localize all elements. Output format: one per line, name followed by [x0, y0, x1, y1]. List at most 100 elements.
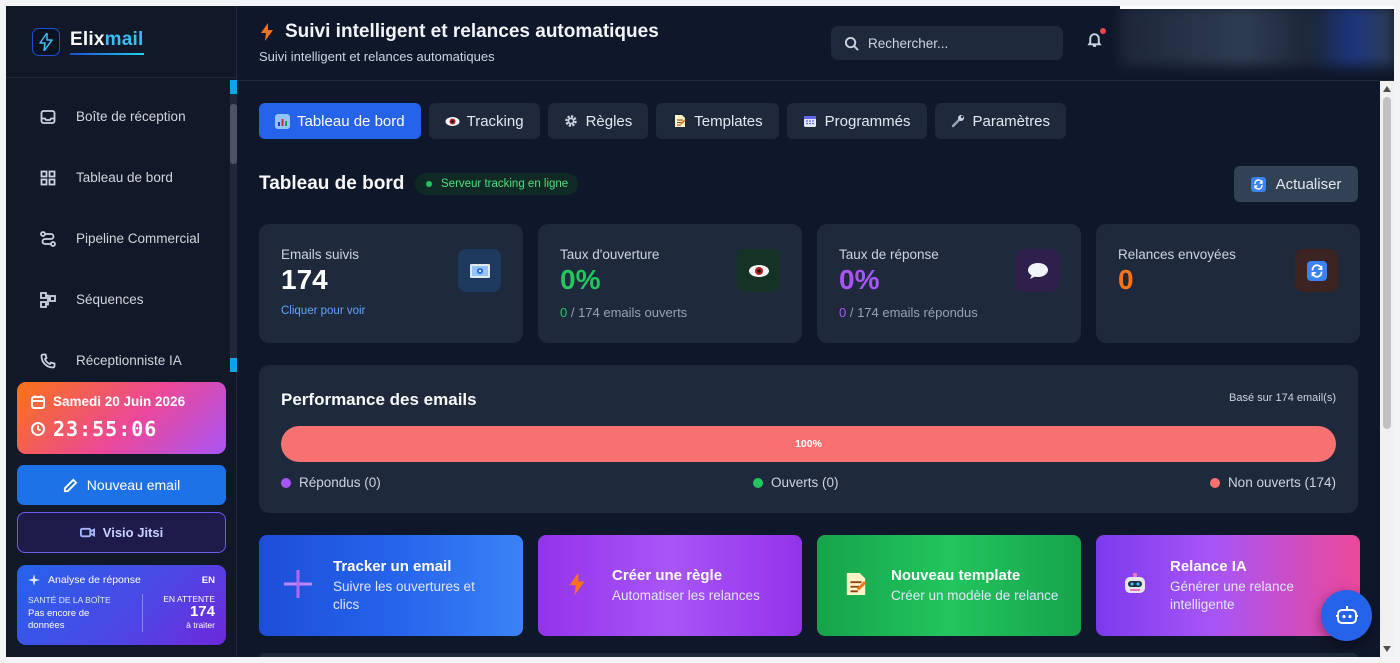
response-analysis-card[interactable]: Analyse de réponse EN SANTÉ DE LA BOÎTE …: [17, 565, 226, 645]
window-edge: [1120, 6, 1394, 9]
notification-dot: [1100, 28, 1106, 34]
stat-card-followups[interactable]: Relances envoyées 0: [1096, 224, 1360, 343]
phone-icon: [40, 353, 56, 368]
stats-row: Emails suivis 174 Cliquer pour voir Taux…: [259, 224, 1360, 343]
wrench-icon: [951, 114, 966, 129]
health-label: SANTÉ DE LA BOÎTE: [28, 595, 111, 605]
create-rule-card[interactable]: Créer une règle Automatiser les relances: [538, 535, 802, 636]
sidebar-nav: Boîte de réception Tableau de bord Pipel…: [6, 86, 230, 370]
main-scrollbar[interactable]: [1380, 81, 1394, 657]
performance-bar: 100%: [281, 426, 1336, 462]
stat-card-open-rate[interactable]: Taux d'ouverture 0% 0 / 174 emails ouver…: [538, 224, 802, 343]
quick-actions: Tracker un email Suivre les ouvertures e…: [259, 535, 1360, 636]
scroll-up-arrow[interactable]: [230, 80, 237, 94]
scroll-up-arrow[interactable]: [1383, 86, 1391, 92]
current-date: Samedi 20 Juin 2026: [53, 394, 186, 409]
stat-card-reply-rate[interactable]: Taux de réponse 0% 0 / 174 emails répond…: [817, 224, 1081, 343]
tab-label: Tableau de bord: [297, 112, 405, 130]
gear-icon: [564, 114, 579, 129]
stat-card-tracked[interactable]: Emails suivis 174 Cliquer pour voir: [259, 224, 523, 343]
tab-tracking[interactable]: Tracking: [428, 103, 540, 139]
ai-followup-card[interactable]: Relance IA Générer une relance intellige…: [1096, 535, 1360, 636]
tab-templates[interactable]: Templates: [656, 103, 779, 139]
action-title: Tracker un email: [333, 557, 452, 575]
search-input[interactable]: Rechercher...: [831, 26, 1063, 60]
user-profile-area[interactable]: [1120, 6, 1394, 66]
search-placeholder: Rechercher...: [868, 35, 949, 51]
tab-scheduled[interactable]: Programmés: [786, 103, 927, 139]
action-title: Créer une règle: [612, 566, 723, 584]
sidebar-item-label: Tableau de bord: [76, 170, 173, 185]
page-subtitle: Suivi intelligent et relances automatiqu…: [259, 49, 495, 64]
eye-icon: [445, 114, 460, 129]
new-email-button[interactable]: Nouveau email: [17, 465, 226, 505]
sidebar-item-ai-receptionist[interactable]: Réceptionniste IA: [6, 330, 230, 370]
legend-unopened: Non ouverts (174): [1209, 475, 1336, 490]
logo[interactable]: Elixmail: [6, 6, 236, 78]
action-title: Nouveau template: [891, 566, 1021, 584]
top-header: Suivi intelligent et relances automatiqu…: [237, 6, 1394, 81]
legend-replied: Répondus (0): [281, 475, 381, 490]
refresh-icon: [1295, 249, 1338, 292]
route-icon: [40, 230, 56, 247]
pending-sub: à traiter: [186, 620, 215, 630]
tab-dashboard[interactable]: Tableau de bord: [259, 103, 421, 139]
legend-dot: [1209, 477, 1220, 488]
assistant-fab-button[interactable]: [1321, 590, 1372, 641]
scroll-thumb[interactable]: [1383, 97, 1391, 429]
new-template-card[interactable]: Nouveau template Créer un modèle de rela…: [817, 535, 1081, 636]
document-icon: [672, 114, 687, 129]
tab-label: Règles: [585, 112, 633, 130]
lightning-logo-icon: [32, 27, 60, 56]
new-email-label: Nouveau email: [86, 477, 181, 493]
grid-icon: [40, 170, 56, 185]
language-badge[interactable]: EN: [202, 575, 215, 586]
main-content: Tableau de bord Tracking Règles Template…: [237, 81, 1380, 657]
pending-count: 174: [189, 603, 215, 620]
lightning-icon: [261, 23, 273, 41]
action-subtitle: Automatiser les relances: [612, 587, 760, 603]
tab-rules[interactable]: Règles: [547, 103, 649, 139]
sidebar-item-sequences[interactable]: Séquences: [6, 269, 230, 330]
refresh-icon: [1250, 176, 1266, 192]
track-email-card[interactable]: Tracker un email Suivre les ouvertures e…: [259, 535, 523, 636]
search-icon: [844, 36, 859, 51]
sidebar-item-dashboard[interactable]: Tableau de bord: [6, 147, 230, 208]
sidebar-item-label: Pipeline Commercial: [76, 231, 200, 246]
status-text: Serveur tracking en ligne: [441, 178, 569, 190]
visio-jitsi-button[interactable]: Visio Jitsi: [17, 512, 226, 553]
scroll-thumb[interactable]: [230, 104, 237, 164]
refresh-button[interactable]: Actualiser: [1234, 166, 1358, 202]
sidebar-item-inbox[interactable]: Boîte de réception: [6, 86, 230, 147]
sidebar-scrollbar[interactable]: [230, 80, 237, 372]
sidebar-item-pipeline[interactable]: Pipeline Commercial: [6, 208, 230, 269]
crosshair-icon: [283, 569, 313, 599]
stat-sub: 0 / 174 emails ouverts: [560, 305, 688, 320]
calendar-icon: [803, 114, 818, 129]
app-window: Elixmail Boîte de réception Tableau de b…: [6, 6, 1394, 657]
current-time: 23:55:06: [53, 417, 158, 441]
tab-settings[interactable]: Paramètres: [934, 103, 1067, 139]
tab-label: Paramètres: [972, 112, 1051, 130]
scroll-down-arrow[interactable]: [230, 358, 237, 372]
flow-icon: [40, 291, 56, 308]
tab-label: Tracking: [466, 112, 524, 130]
scroll-down-arrow[interactable]: [1383, 646, 1391, 652]
lightning-icon: [562, 569, 592, 599]
action-subtitle: Générer une relance intelligente: [1170, 578, 1294, 612]
page-title-text: Suivi intelligent et relances automatiqu…: [285, 21, 659, 42]
envelope-icon: [458, 249, 501, 292]
view-link[interactable]: Cliquer pour voir: [281, 305, 365, 317]
inbox-icon: [40, 109, 56, 124]
video-camera-icon: [79, 527, 95, 538]
legend-opened: Ouverts (0): [753, 475, 839, 490]
performance-bar-fill: 100%: [281, 426, 1336, 462]
visio-label: Visio Jitsi: [102, 525, 164, 540]
notifications-button[interactable]: [1086, 28, 1106, 51]
brand-name: Elixmail: [70, 28, 144, 50]
sparkle-icon: [28, 574, 40, 586]
clock-icon: [31, 422, 45, 436]
performance-basis: Basé sur 174 email(s): [1229, 392, 1336, 404]
sidebar: Elixmail Boîte de réception Tableau de b…: [6, 6, 237, 657]
page-title: Suivi intelligent et relances automatiqu…: [259, 21, 659, 43]
